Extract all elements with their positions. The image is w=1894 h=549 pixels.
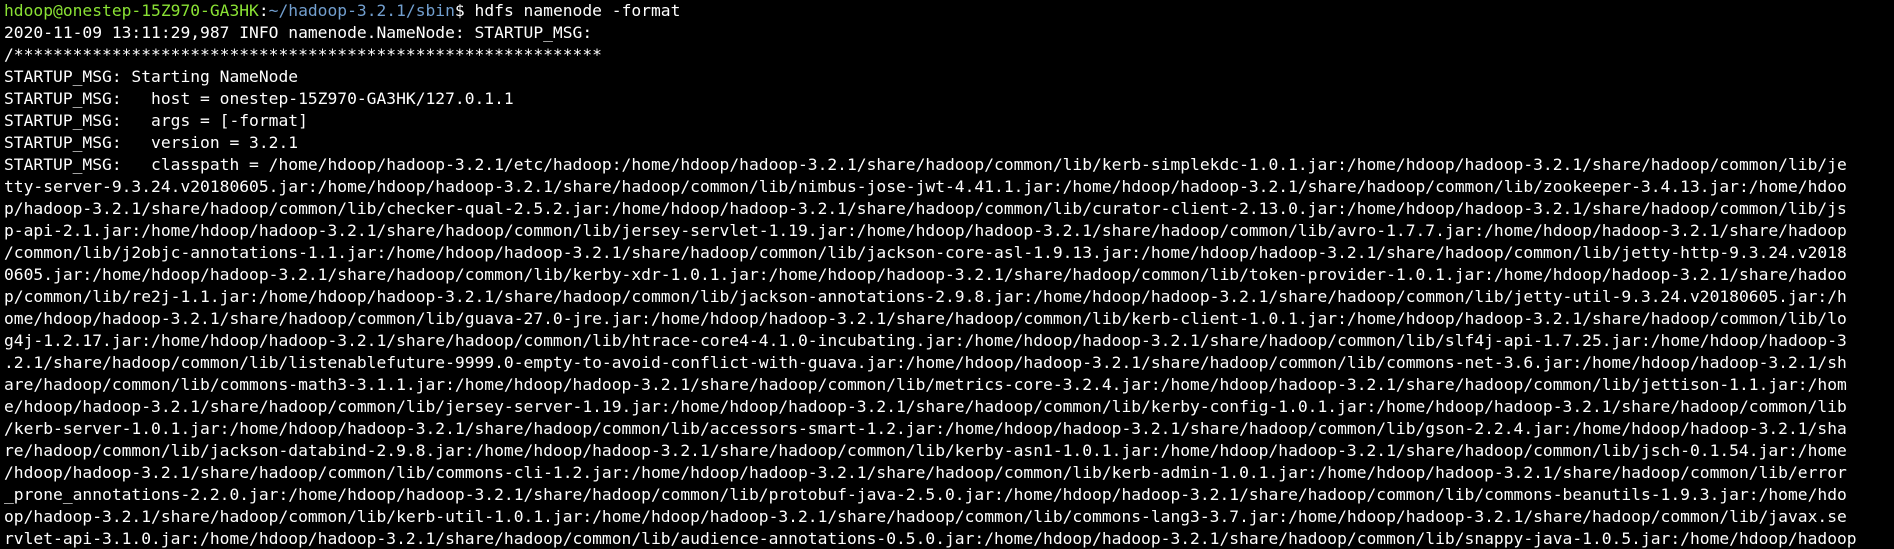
output-line: /***************************************… bbox=[4, 45, 602, 64]
prompt-colon: : bbox=[258, 1, 269, 20]
output-line: tty-server-9.3.24.v20180605.jar:/home/hd… bbox=[4, 177, 1847, 196]
output-line: STARTUP_MSG: version = 3.2.1 bbox=[4, 133, 299, 152]
output-line: /kerb-server-1.0.1.jar:/home/hdoop/hadoo… bbox=[4, 419, 1847, 438]
output-line: e/hdoop/hadoop-3.2.1/share/hadoop/common… bbox=[4, 397, 1847, 416]
output-line: STARTUP_MSG: host = onestep-15Z970-GA3HK… bbox=[4, 89, 514, 108]
output-line: .2.1/share/hadoop/common/lib/listenablef… bbox=[4, 353, 1847, 372]
terminal-output: 2020-11-09 13:11:29,987 INFO namenode.Na… bbox=[4, 22, 1894, 549]
output-line: STARTUP_MSG: Starting NameNode bbox=[4, 67, 299, 86]
output-line: _prone_annotations-2.2.0.jar:/home/hdoop… bbox=[4, 485, 1847, 504]
output-line: p/hadoop-3.2.1/share/hadoop/common/lib/c… bbox=[4, 199, 1847, 218]
prompt-user-host: hdoop@onestep-15Z970-GA3HK bbox=[4, 1, 259, 20]
output-line: g4j-1.2.17.jar:/home/hdoop/hadoop-3.2.1/… bbox=[4, 331, 1847, 350]
prompt-dollar: $ bbox=[454, 1, 475, 20]
output-line: ome/hdoop/hadoop-3.2.1/share/hadoop/comm… bbox=[4, 309, 1847, 328]
output-line: /hdoop/hadoop-3.2.1/share/hadoop/common/… bbox=[4, 463, 1847, 482]
prompt-path: ~/hadoop-3.2.1/sbin bbox=[268, 1, 455, 20]
prompt-command: hdfs namenode -format bbox=[474, 1, 681, 20]
output-line: op/hadoop-3.2.1/share/hadoop/common/lib/… bbox=[4, 507, 1847, 526]
output-line: p-api-2.1.jar:/home/hdoop/hadoop-3.2.1/s… bbox=[4, 221, 1847, 240]
output-line: /common/lib/j2objc-annotations-1.1.jar:/… bbox=[4, 243, 1847, 262]
output-line: rvlet-api-3.1.0.jar:/home/hdoop/hadoop-3… bbox=[4, 529, 1857, 548]
output-line: re/hadoop/common/lib/jackson-databind-2.… bbox=[4, 441, 1847, 460]
prompt-line: hdoop@onestep-15Z970-GA3HK:~/hadoop-3.2.… bbox=[4, 0, 1894, 22]
output-line: STARTUP_MSG: classpath = /home/hdoop/had… bbox=[4, 155, 1847, 174]
output-line: are/hadoop/common/lib/commons-math3-3.1.… bbox=[4, 375, 1847, 394]
output-line: 2020-11-09 13:11:29,987 INFO namenode.Na… bbox=[4, 23, 593, 42]
output-line: 0605.jar:/home/hdoop/hadoop-3.2.1/share/… bbox=[4, 265, 1847, 284]
terminal-window[interactable]: hdoop@onestep-15Z970-GA3HK:~/hadoop-3.2.… bbox=[0, 0, 1894, 549]
output-line: p/common/lib/re2j-1.1.jar:/home/hdoop/ha… bbox=[4, 287, 1847, 306]
output-line: STARTUP_MSG: args = [-format] bbox=[4, 111, 308, 130]
